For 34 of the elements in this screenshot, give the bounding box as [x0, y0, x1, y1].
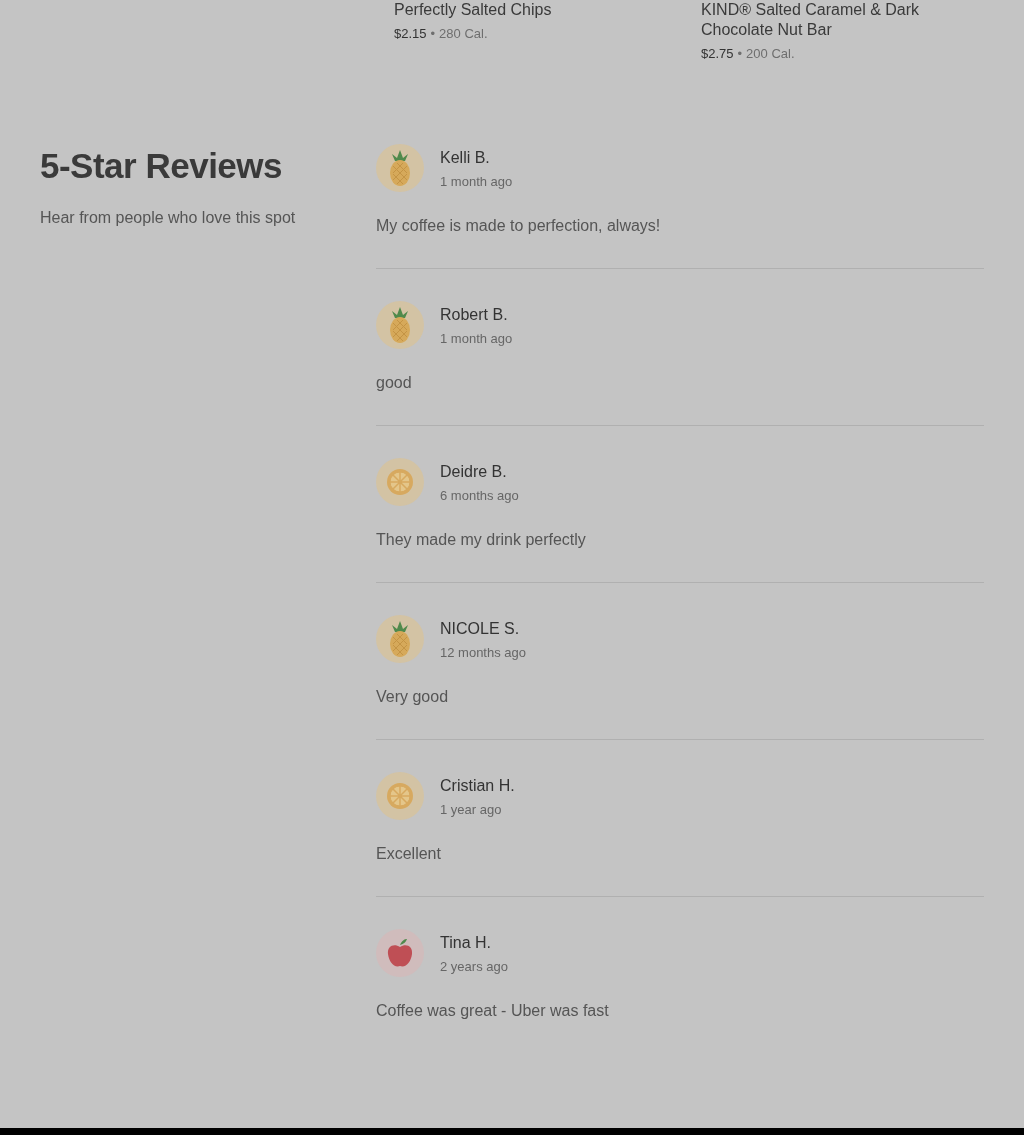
review-text: Very good: [376, 687, 450, 707]
review-time: 1 month ago: [440, 173, 513, 191]
product-calories: 200 Cal.: [746, 46, 795, 61]
reviewer-name: Tina H.: [440, 933, 492, 953]
section-subtitle: Hear from people who love this spot: [40, 207, 297, 228]
reviewer-name: Deidre B.: [440, 462, 508, 482]
review-text: They made my drink perfectly: [376, 530, 587, 550]
review-text: good: [376, 373, 413, 393]
product-name: KIND® Salted Caramel & Dark Chocolate Nut Bar: [701, 0, 921, 40]
product-name: Perfectly Salted Chips: [394, 0, 553, 20]
review-time: 6 months ago: [440, 487, 519, 505]
product-price: $2.15: [394, 26, 427, 41]
apple-icon: [386, 938, 414, 968]
review-text: Coffee was great - Uber was fast: [376, 1001, 610, 1021]
separator-dot: •: [737, 46, 743, 61]
review-time: 2 years ago: [440, 958, 508, 976]
citrus-slice-icon: [386, 468, 414, 496]
review-text: My coffee is made to perfection, always!: [376, 216, 662, 236]
citrus-slice-icon: [386, 782, 414, 810]
review-time: 1 year ago: [440, 801, 503, 819]
product-calories: 280 Cal.: [439, 26, 488, 41]
section-title: 5-Star Reviews: [40, 145, 284, 186]
reviewer-name: Robert B.: [440, 305, 509, 325]
separator-dot: •: [430, 26, 436, 41]
product-price: $2.75: [701, 46, 734, 61]
reviewer-name: NICOLE S.: [440, 619, 521, 639]
review-time: 12 months ago: [440, 644, 526, 662]
review-text: Excellent: [376, 844, 442, 864]
reviewer-name: Kelli B.: [440, 148, 491, 168]
pineapple-icon: [389, 150, 411, 186]
reviewer-name: Cristian H.: [440, 776, 515, 796]
pineapple-icon: [389, 621, 411, 657]
review-time: 1 month ago: [440, 330, 513, 348]
pineapple-icon: [389, 307, 411, 343]
